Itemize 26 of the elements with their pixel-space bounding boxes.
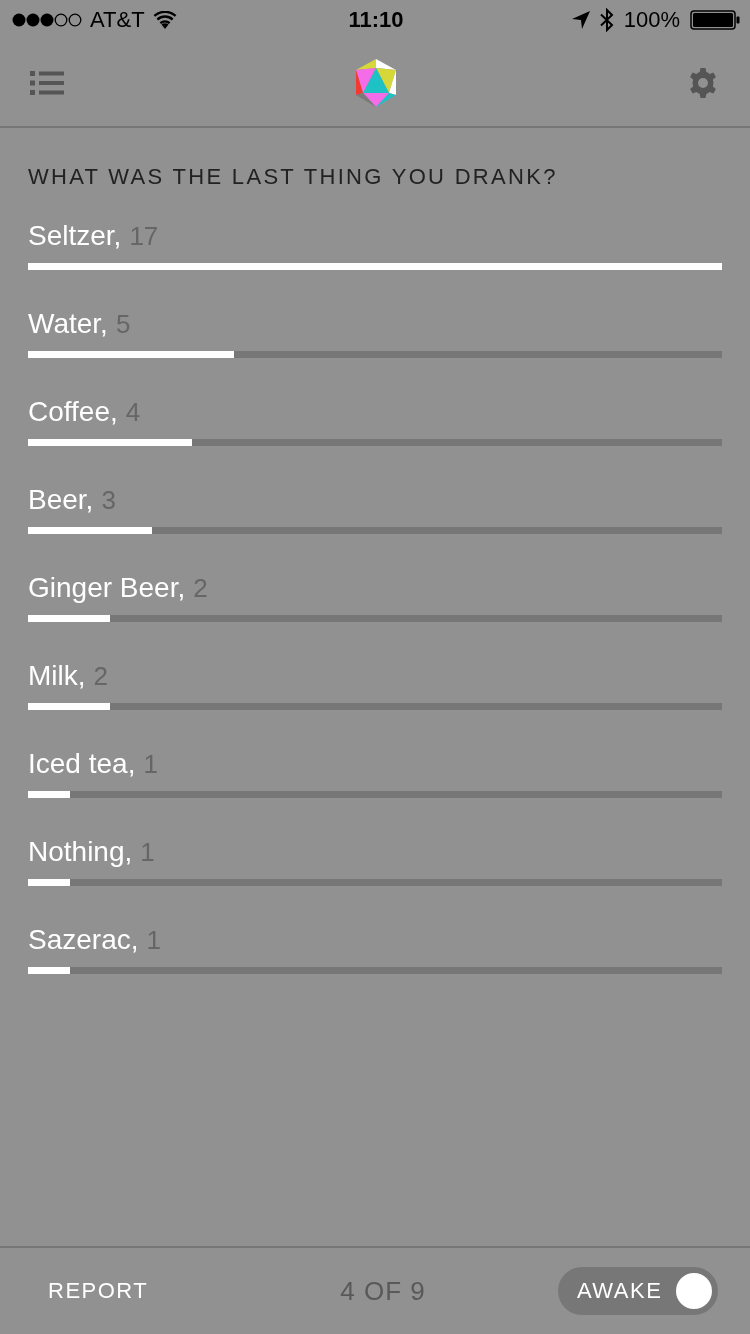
battery-icon: [690, 10, 740, 30]
signal-dots-icon: [12, 13, 82, 27]
option-label: Water,: [28, 307, 108, 341]
carrier-name: AT&T: [90, 7, 145, 33]
battery-percentage: 100%: [623, 7, 680, 33]
option-label: Ginger Beer,: [28, 571, 186, 605]
status-time: 11:10: [348, 7, 404, 33]
option-label: Seltzer,: [28, 219, 122, 253]
settings-button[interactable]: [688, 68, 718, 98]
page-indicator: 4 OF 9: [340, 1275, 426, 1307]
report-button[interactable]: REPORT: [48, 1277, 149, 1305]
awake-toggle[interactable]: AWAKE: [558, 1267, 718, 1315]
question-title: WHAT WAS THE LAST THING YOU DRANK?: [28, 164, 559, 190]
option-label: Beer,: [28, 483, 94, 517]
list-icon: [30, 71, 64, 95]
bluetooth-icon: [599, 8, 614, 32]
option-label: Nothing,: [28, 835, 133, 869]
settings-icon: [688, 68, 718, 98]
option-label: Sazerac,: [28, 923, 139, 957]
option-label: Coffee,: [28, 395, 118, 429]
toggle-knob-icon: [676, 1273, 712, 1309]
option-label: Iced tea,: [28, 747, 136, 781]
menu-button[interactable]: [30, 71, 64, 95]
location-arrow-icon: [571, 11, 590, 29]
option-label: Milk,: [28, 659, 86, 693]
wifi-icon: [152, 11, 177, 29]
